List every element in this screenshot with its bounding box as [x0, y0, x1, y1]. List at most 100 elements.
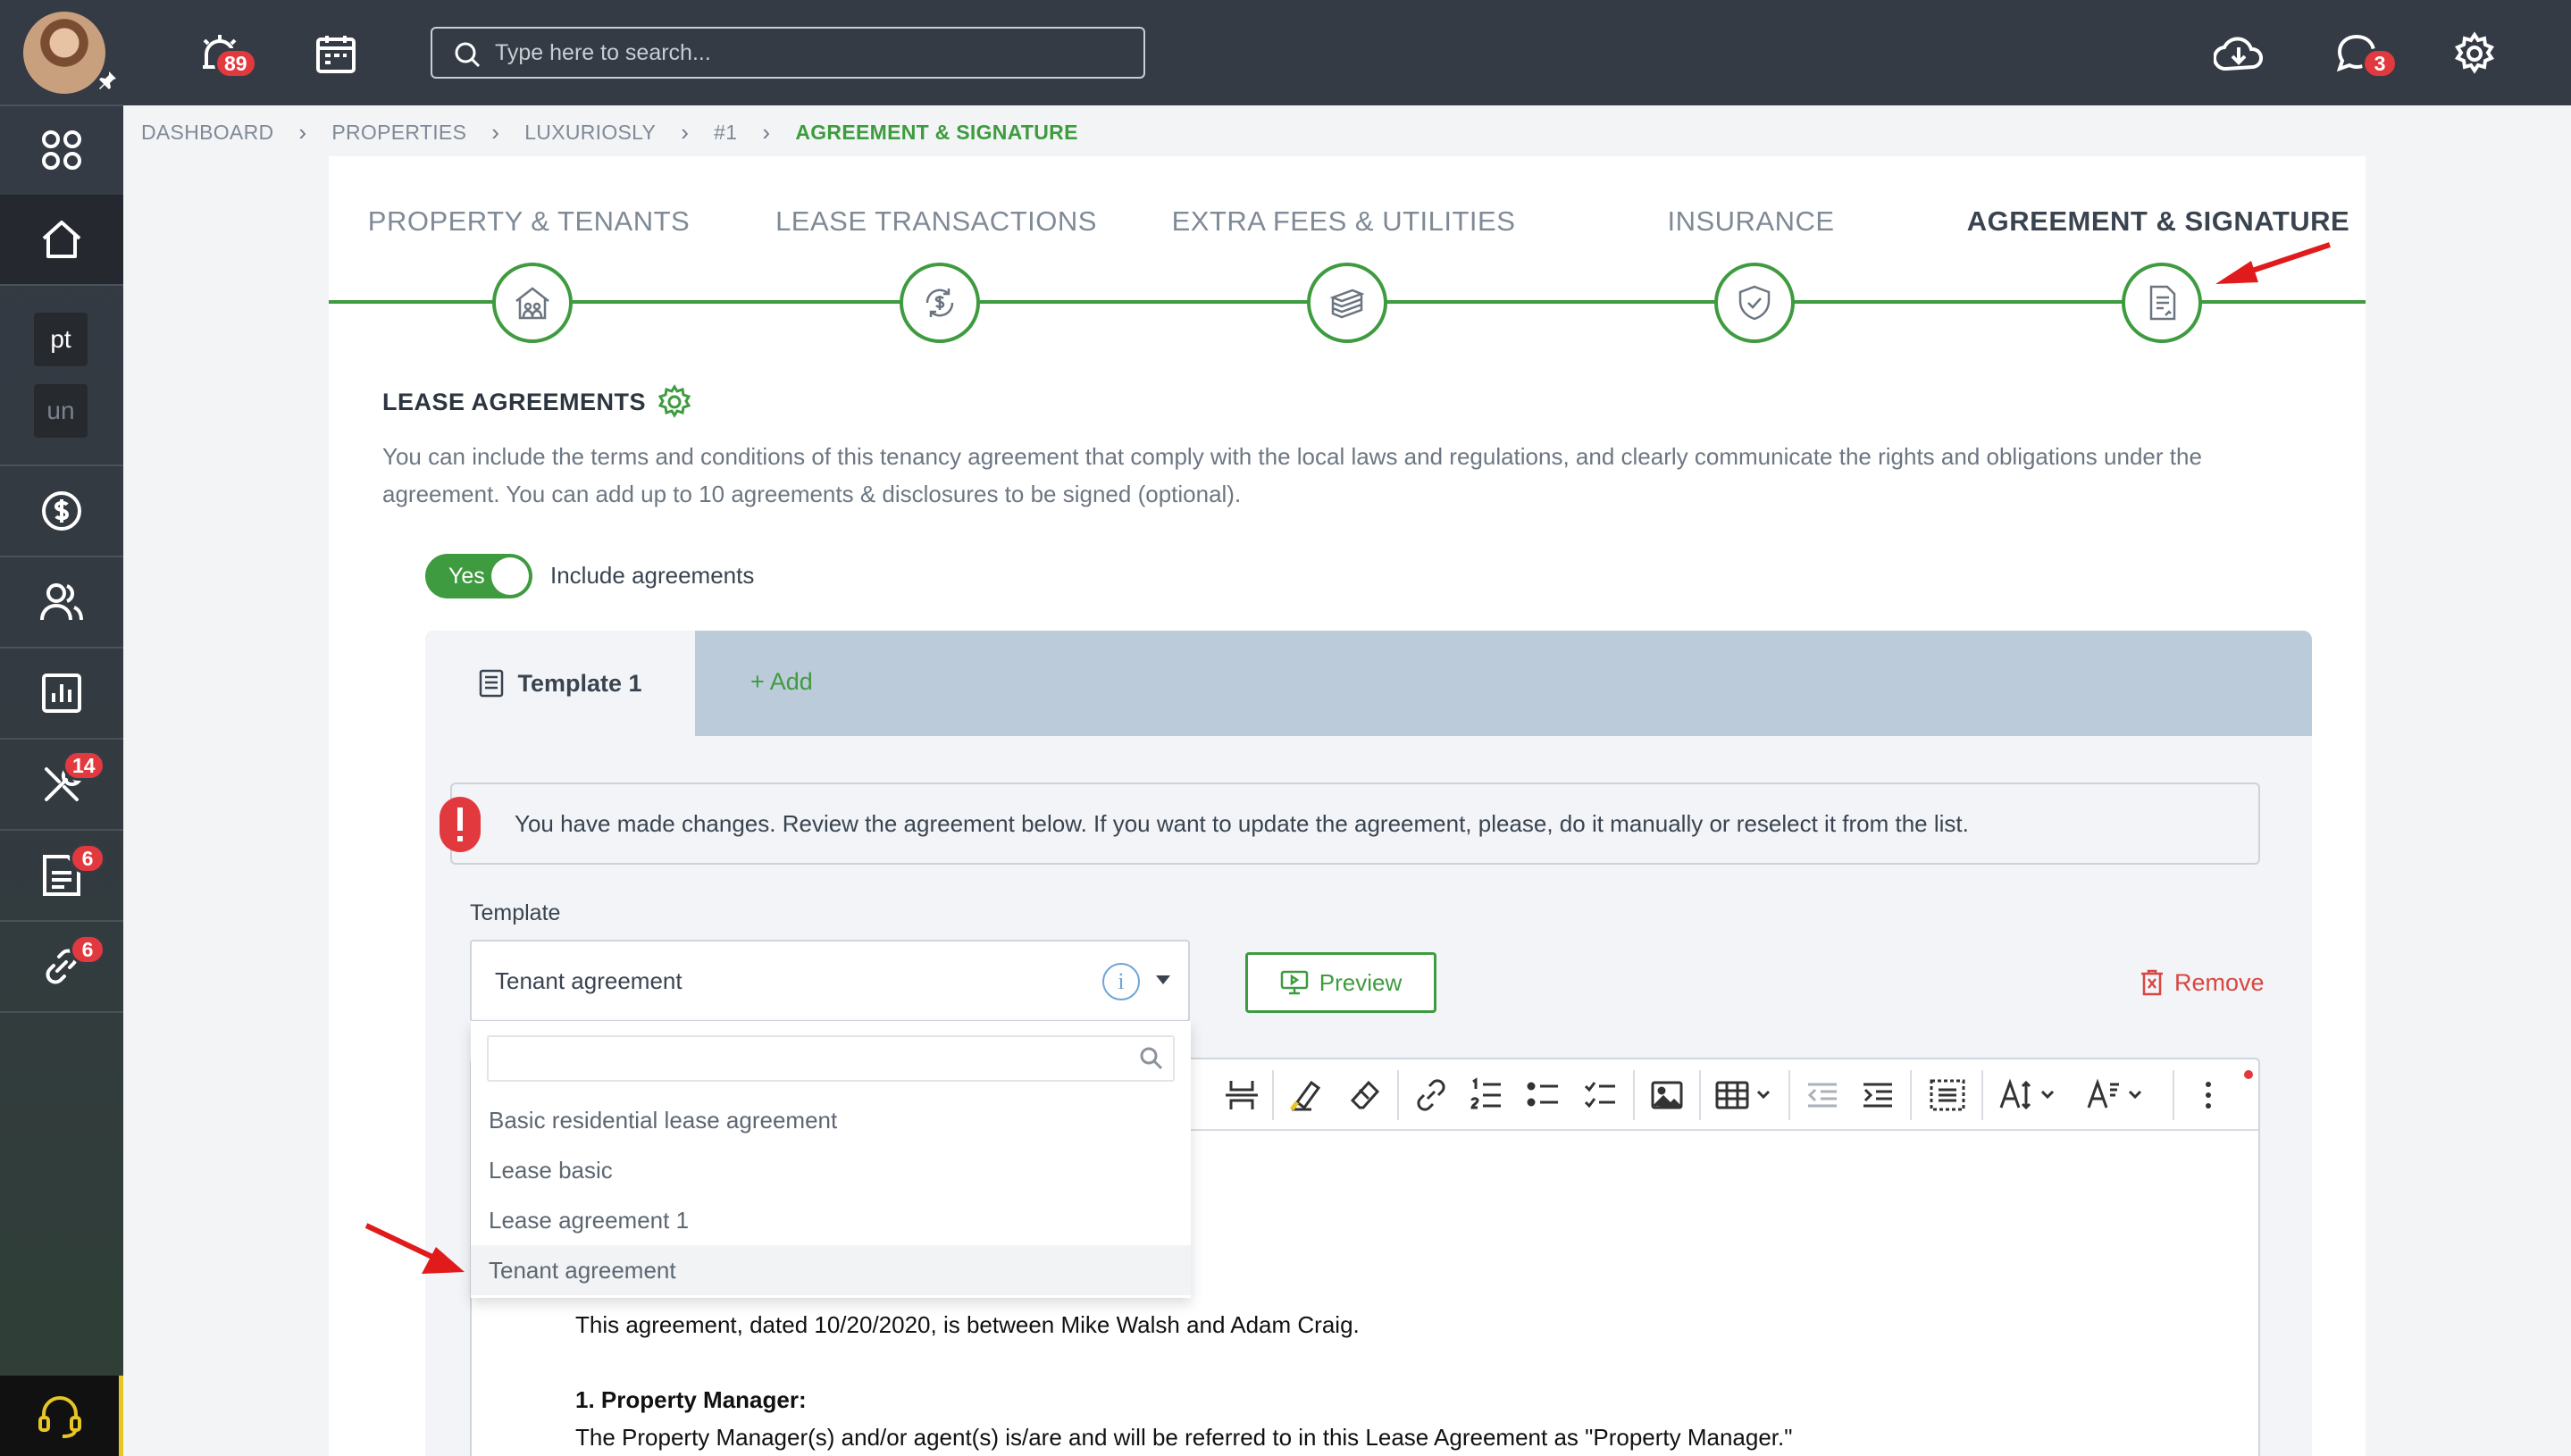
calendar-icon	[316, 36, 356, 73]
text-format-button[interactable]	[2085, 1075, 2156, 1115]
tab-template-1[interactable]: Template 1	[425, 631, 695, 736]
highlight-button[interactable]	[1288, 1075, 1324, 1115]
checklist-button[interactable]	[1583, 1075, 1619, 1115]
alert-text: You have made changes. Review the agreem…	[515, 809, 1969, 837]
sidebar-item-finance[interactable]	[0, 466, 123, 556]
shield-check-icon	[1738, 285, 1771, 321]
chevron-right-icon: ›	[681, 118, 690, 146]
search-icon	[1140, 1047, 1163, 1070]
section-description: You can include the terms and conditions…	[382, 443, 2202, 507]
eraser-icon	[1350, 1080, 1380, 1109]
breadcrumb-unit[interactable]: #1	[714, 121, 737, 145]
page-break-icon	[1226, 1081, 1258, 1109]
sidebar-item-home[interactable]	[0, 195, 123, 284]
eraser-button[interactable]	[1347, 1075, 1383, 1115]
link-icon	[1417, 1079, 1445, 1111]
step-label-property-tenants[interactable]: PROPERTY & TENANTS	[368, 205, 690, 238]
calendar-button[interactable]	[307, 25, 364, 82]
dropdown-option[interactable]: Basic residential lease agreement	[471, 1095, 1191, 1145]
bullet-list-button[interactable]	[1526, 1075, 1562, 1115]
dropdown-search-input[interactable]	[487, 1035, 1175, 1082]
grid-icon	[42, 130, 81, 170]
more-options-button[interactable]	[2199, 1075, 2217, 1115]
monitor-icon	[1280, 970, 1308, 995]
dropdown-option[interactable]: Lease basic	[471, 1145, 1191, 1195]
image-icon	[1651, 1081, 1683, 1109]
template-dropdown: Basic residential lease agreement Lease …	[471, 1021, 1191, 1298]
preview-label: Preview	[1319, 968, 1403, 996]
step-extra-fees[interactable]	[1307, 263, 1387, 343]
font-size-button[interactable]	[1997, 1075, 2069, 1115]
sidebar-item-reports[interactable]	[0, 649, 123, 738]
step-label-lease-transactions[interactable]: LEASE TRANSACTIONS	[775, 205, 1097, 238]
warning-icon	[440, 797, 481, 852]
sidebar-item-un[interactable]: un	[34, 384, 88, 438]
sidebar-item-pt[interactable]: pt	[34, 313, 88, 366]
sidebar-item-maintenance[interactable]: 14	[0, 740, 123, 829]
template-tabs: Template 1 + Add	[425, 631, 2312, 736]
step-label-agreement-signature[interactable]: AGREEMENT & SIGNATURE	[1967, 205, 2349, 238]
dropdown-option[interactable]: Lease agreement 1	[471, 1195, 1191, 1245]
template-select[interactable]: Tenant agreement i	[470, 940, 1190, 1022]
add-template-button[interactable]: + Add	[750, 668, 813, 696]
breadcrumb-dashboard[interactable]: DASHBOARD	[141, 121, 273, 145]
font-size-icon	[1999, 1078, 2055, 1110]
gear-icon[interactable]	[657, 384, 692, 420]
step-label-extra-fees[interactable]: EXTRA FEES & UTILITIES	[1172, 205, 1516, 238]
chevron-down-icon	[1156, 975, 1170, 984]
remove-button[interactable]: Remove	[2139, 968, 2265, 997]
toggle-label: Include agreements	[550, 562, 755, 589]
toggle-value: Yes	[448, 564, 485, 589]
include-agreements-toggle[interactable]: Yes	[425, 554, 532, 598]
page-break-button[interactable]	[1222, 1075, 1261, 1115]
breadcrumb-property[interactable]: LUXURIOSLY	[524, 121, 656, 145]
notifications-badge: 89	[214, 48, 257, 79]
outdent-button[interactable]	[1805, 1075, 1840, 1115]
messages-button[interactable]: 3	[2328, 25, 2398, 82]
messages-badge: 3	[2362, 48, 2398, 79]
image-button[interactable]	[1649, 1075, 1685, 1115]
step-lease-transactions[interactable]	[900, 263, 980, 343]
preview-button[interactable]: Preview	[1245, 952, 1436, 1013]
editor-content[interactable]: This agreement, dated 10/20/2020, is bet…	[575, 1306, 2183, 1456]
sidebar: pt un 14 6 6	[0, 0, 123, 1456]
users-icon	[40, 583, 83, 621]
dollar-icon	[42, 491, 81, 531]
red-arrow-annotation	[2215, 242, 2331, 284]
table-button[interactable]	[1715, 1075, 1776, 1115]
step-insurance[interactable]	[1714, 263, 1795, 343]
highlighter-icon	[1290, 1080, 1321, 1111]
chevron-right-icon: ›	[491, 118, 500, 146]
support-button[interactable]	[0, 1376, 123, 1456]
sidebar-item-apps[interactable]	[0, 105, 123, 195]
select-all-button[interactable]	[1928, 1075, 1967, 1115]
download-button[interactable]	[2210, 25, 2267, 82]
sidebar-item-people[interactable]	[0, 557, 123, 647]
numbered-list-button[interactable]	[1469, 1075, 1504, 1115]
gear-icon	[2455, 31, 2494, 74]
checklist-icon	[1584, 1082, 1615, 1109]
agreement-paragraph: The Property Manager(s) and/or agent(s) …	[575, 1424, 1793, 1451]
step-property-tenants[interactable]	[492, 263, 573, 343]
user-avatar[interactable]	[23, 12, 105, 94]
search-input[interactable]: Type here to search...	[431, 27, 1145, 79]
indent-button[interactable]	[1860, 1075, 1896, 1115]
step-agreement-signature[interactable]	[2122, 263, 2202, 343]
indent-icon	[1863, 1083, 1892, 1108]
step-label-insurance[interactable]: INSURANCE	[1667, 205, 1834, 238]
info-icon[interactable]: i	[1102, 963, 1140, 1000]
sidebar-item-documents[interactable]: 6	[0, 831, 123, 920]
tools-badge: 14	[63, 750, 105, 781]
dropdown-option-selected[interactable]: Tenant agreement	[471, 1245, 1191, 1295]
chevron-right-icon: ›	[298, 118, 307, 146]
sidebar-item-links[interactable]: 6	[0, 922, 123, 1011]
house-people-icon	[515, 287, 549, 320]
wizard-steps: PROPERTY & TENANTS LEASE TRANSACTIONS EX…	[329, 205, 2366, 357]
money-cycle-icon	[925, 289, 954, 317]
settings-button[interactable]	[2446, 25, 2503, 82]
link-button[interactable]	[1413, 1075, 1449, 1115]
numbered-list-icon	[1470, 1077, 1501, 1109]
breadcrumb-properties[interactable]: PROPERTIES	[331, 121, 466, 145]
tab-label: Template 1	[517, 669, 642, 697]
notifications-button[interactable]: 89	[191, 25, 257, 82]
